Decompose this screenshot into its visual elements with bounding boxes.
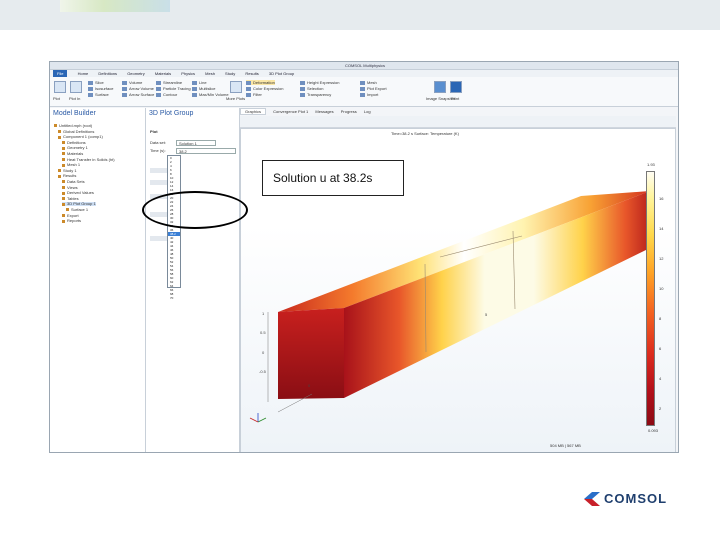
annotation-callout: Solution u at 38.2s: [262, 160, 404, 196]
colorbar-tick-label: 16: [659, 196, 664, 201]
triad-x-axis: [257, 417, 267, 423]
highlight-oval: [142, 191, 248, 229]
axis-tick-label: 0.5: [260, 330, 266, 335]
block-front-face: [344, 191, 650, 398]
colorbar-tick-label: 4: [659, 376, 662, 381]
comsol-logo-text: COMSOL: [604, 491, 668, 506]
time-option[interactable]: 70: [168, 296, 180, 300]
annotation-text: Solution u at 38.2s: [273, 171, 373, 185]
colorbar-tick-label: 2: [659, 406, 662, 411]
colorbar-tick-label: 12: [659, 256, 664, 261]
axis-tick-label: -0.5: [259, 369, 267, 374]
colorbar: [646, 171, 655, 426]
colorbar-tick-label: 6: [659, 346, 662, 351]
block-end-face: [278, 308, 344, 399]
slide-header-band: [0, 0, 720, 30]
colorbar-tick-label: 10: [659, 286, 664, 291]
header-decoration: [60, 0, 170, 12]
comsol-window: COMSOL Multiphysics File Home Definition…: [49, 61, 679, 453]
colorbar-tick-label: 14: [659, 226, 664, 231]
colorbar-tick-label: 8: [659, 316, 662, 321]
axis-tick-label: 0: [262, 350, 265, 355]
axis-tick-label: 1: [262, 311, 265, 316]
temperature-block: 1 0.5 0 -0.5 0 5: [249, 191, 650, 423]
colorbar-min-label: 0.093: [648, 428, 659, 433]
status-bar-memory: 504 MB | 567 MB: [550, 443, 581, 448]
comsol-logo-mark-icon: [584, 492, 600, 506]
colorbar-max-label: 1.93: [647, 162, 655, 167]
triad-y-axis: [249, 417, 259, 423]
